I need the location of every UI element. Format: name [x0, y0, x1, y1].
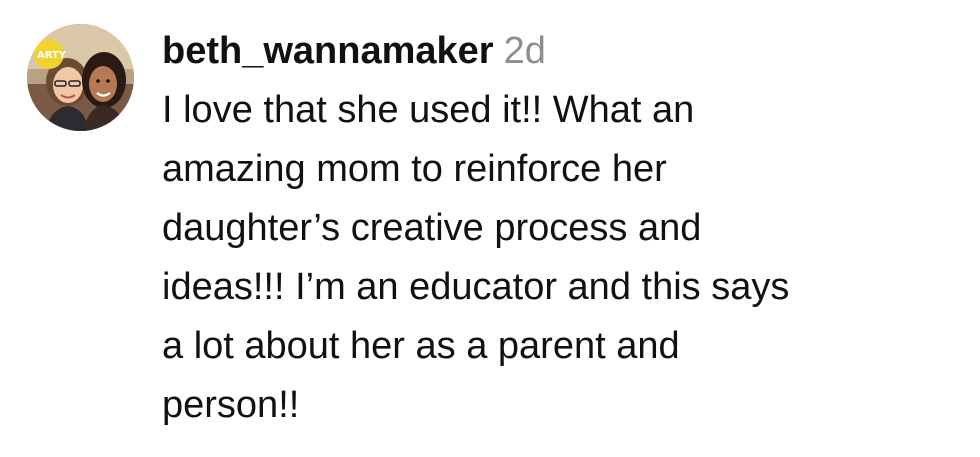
- comment: ARTY beth_wannamaker 2d I love that she u…: [0, 0, 980, 457]
- comment-text-line: amazing mom to reinforce her: [162, 148, 667, 190]
- avatar-logo-text: ARTY: [37, 50, 67, 61]
- comment-body: beth_wannamaker 2d I love that she used i…: [162, 26, 962, 435]
- comment-text-line: a lot about her as a parent and: [162, 325, 680, 367]
- comment-text-line: daughter’s creative process and: [162, 207, 702, 249]
- avatar[interactable]: ARTY: [27, 24, 134, 131]
- comment-text: I love that she used it!! What an amazin…: [162, 81, 962, 435]
- avatar-photo-icon: ARTY: [27, 24, 134, 131]
- comment-header: beth_wannamaker 2d: [162, 26, 962, 76]
- comment-text-line: ideas!!! I’m an educator and this says: [162, 266, 790, 308]
- comment-text-line: person!!: [162, 384, 300, 426]
- comment-text-line: I love that she used it!! What an: [162, 89, 695, 131]
- username-link[interactable]: beth_wannamaker: [162, 30, 494, 72]
- timestamp: 2d: [503, 30, 546, 72]
